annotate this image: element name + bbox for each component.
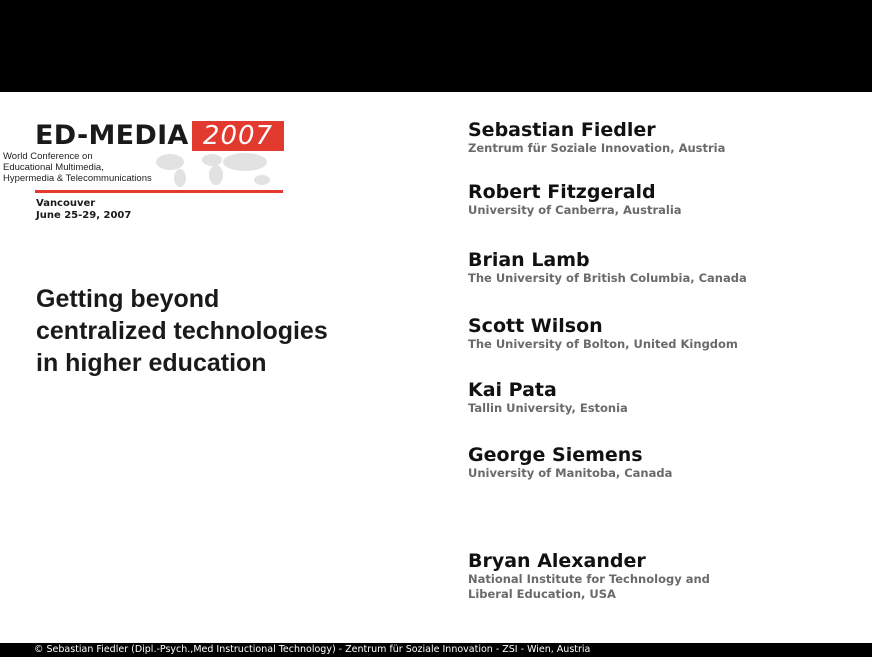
- speaker-name: George Siemens: [468, 444, 643, 466]
- speaker-name: Kai Pata: [468, 379, 557, 401]
- top-band: [0, 0, 872, 92]
- speaker-name: Bryan Alexander: [468, 550, 646, 572]
- venue-city: Vancouver: [36, 198, 96, 209]
- logo-rule: [35, 190, 283, 193]
- conference-logo: ED-MEDIA 2007: [35, 121, 285, 151]
- speaker-affiliation: Zentrum für Soziale Innovation, Austria: [468, 141, 726, 155]
- venue: Vancouver June 25-29, 2007: [36, 198, 131, 221]
- title-line: centralized technologies: [36, 317, 328, 345]
- speaker-entry: George Siemens University of Manitoba, C…: [468, 444, 848, 481]
- speaker-entry: Bryan Alexander National Institute for T…: [468, 550, 848, 602]
- logo-subtitle-line: Educational Multimedia,: [3, 162, 104, 173]
- logo-year: 2007: [192, 121, 284, 151]
- speaker-affiliation: Tallin University, Estonia: [468, 401, 628, 415]
- presentation-title: Getting beyond centralized technologies …: [36, 283, 416, 379]
- speaker-affiliation: National Institute for Technology and Li…: [468, 572, 710, 601]
- speaker-entry: Sebastian Fiedler Zentrum für Soziale In…: [468, 119, 848, 156]
- speaker-name: Sebastian Fiedler: [468, 119, 656, 141]
- title-line: in higher education: [36, 349, 267, 377]
- speaker-affiliation: University of Manitoba, Canada: [468, 466, 673, 480]
- speaker-entry: Robert Fitzgerald University of Canberra…: [468, 181, 848, 218]
- speaker-affiliation: The University of British Columbia, Cana…: [468, 271, 747, 285]
- speaker-affiliation: The University of Bolton, United Kingdom: [468, 337, 738, 351]
- speaker-entry: Scott Wilson The University of Bolton, U…: [468, 315, 848, 352]
- logo-subtitle: World Conference on Educational Multimed…: [3, 151, 243, 184]
- footer-band: © Sebastian Fiedler (Dipl.-Psych.,Med In…: [0, 643, 872, 657]
- logo-name: ED-MEDIA: [35, 120, 189, 151]
- logo-subtitle-line: World Conference on: [3, 151, 93, 162]
- title-line: Getting beyond: [36, 285, 220, 313]
- venue-dates: June 25-29, 2007: [36, 209, 132, 221]
- speaker-entry: Brian Lamb The University of British Col…: [468, 249, 848, 286]
- copyright-footer: © Sebastian Fiedler (Dipl.-Psych.,Med In…: [34, 644, 591, 655]
- speaker-name: Robert Fitzgerald: [468, 181, 656, 203]
- speaker-entry: Kai Pata Tallin University, Estonia: [468, 379, 848, 416]
- speaker-name: Brian Lamb: [468, 249, 590, 271]
- speaker-name: Scott Wilson: [468, 315, 603, 337]
- speaker-affiliation: University of Canberra, Australia: [468, 203, 682, 217]
- logo-subtitle-line: Hypermedia & Telecommunications: [3, 173, 152, 184]
